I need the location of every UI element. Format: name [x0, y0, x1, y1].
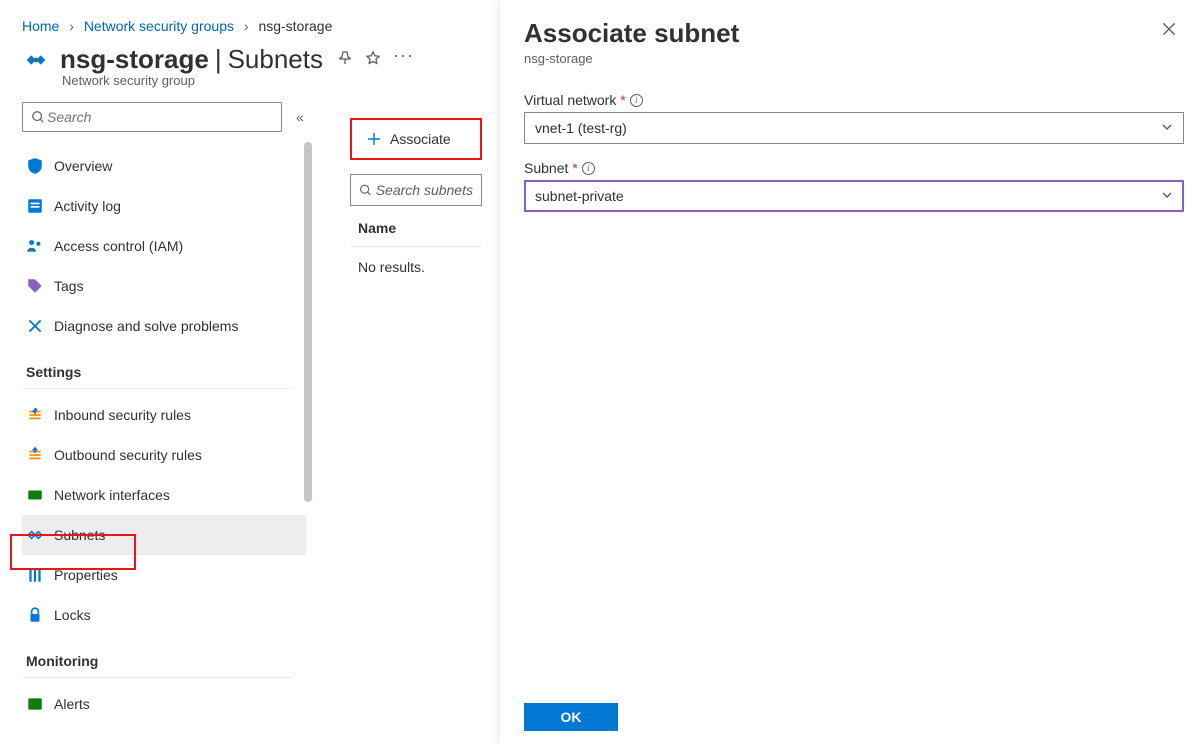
log-icon	[26, 197, 44, 215]
subnet-label: Subnet* i	[524, 160, 1176, 176]
sidebar-item-alerts[interactable]: Alerts	[22, 684, 306, 724]
alerts-icon	[26, 695, 44, 713]
breadcrumb-parent[interactable]: Network security groups	[84, 18, 234, 34]
breadcrumb-current: nsg-storage	[258, 18, 332, 34]
table-header-name[interactable]: Name	[350, 206, 482, 247]
search-icon	[31, 110, 45, 124]
table-empty: No results.	[350, 247, 482, 275]
chevron-down-icon	[1161, 120, 1173, 136]
nav-section-settings: Settings	[22, 346, 292, 389]
breadcrumb-home[interactable]: Home	[22, 18, 59, 34]
associate-button[interactable]: Associate	[350, 118, 482, 160]
scrollbar-thumb[interactable]	[304, 142, 312, 502]
search-icon	[359, 183, 372, 197]
lock-icon	[26, 606, 44, 624]
panel-subtitle: nsg-storage	[524, 51, 1176, 66]
chevron-down-icon	[1161, 188, 1173, 204]
sidebar-item-activity-log[interactable]: Activity log	[22, 186, 306, 226]
nav-section-monitoring: Monitoring	[22, 635, 292, 678]
tag-icon	[26, 277, 44, 295]
sidebar-item-inbound-rules[interactable]: Inbound security rules	[22, 395, 306, 435]
sidebar-search-input[interactable]	[45, 108, 273, 126]
breadcrumb: Home › Network security groups › nsg-sto…	[0, 0, 480, 40]
sidebar-item-subnets[interactable]: Subnets	[22, 515, 306, 555]
pin-icon[interactable]	[337, 50, 353, 69]
resource-type-label: Network security group	[0, 73, 480, 88]
inbound-icon	[26, 406, 44, 424]
sidebar-item-iam[interactable]: Access control (IAM)	[22, 226, 306, 266]
people-icon	[26, 237, 44, 255]
vnet-select[interactable]: vnet-1 (test-rg)	[524, 112, 1184, 144]
sidebar-item-outbound-rules[interactable]: Outbound security rules	[22, 435, 306, 475]
subnet-icon	[26, 526, 44, 544]
sidebar-search[interactable]	[22, 102, 282, 132]
sidebar-item-overview[interactable]: Overview	[22, 146, 306, 186]
ok-button[interactable]: OK	[524, 703, 618, 731]
outbound-icon	[26, 446, 44, 464]
sidebar-item-properties[interactable]: Properties	[22, 555, 306, 595]
nsg-icon	[22, 46, 50, 74]
info-icon[interactable]: i	[582, 162, 595, 175]
subnet-select[interactable]: subnet-private	[524, 180, 1184, 212]
page-section: Subnets	[228, 44, 323, 75]
sidebar-item-network-interfaces[interactable]: Network interfaces	[22, 475, 306, 515]
favorite-icon[interactable]	[365, 50, 381, 69]
collapse-sidebar-icon[interactable]: «	[296, 109, 304, 125]
close-icon[interactable]	[1160, 20, 1178, 41]
wrench-icon	[26, 317, 44, 335]
plus-icon	[366, 131, 382, 147]
info-icon[interactable]: i	[630, 94, 643, 107]
panel-title: Associate subnet	[524, 18, 1176, 49]
nic-icon	[26, 486, 44, 504]
chevron-right-icon: ›	[238, 18, 255, 34]
shield-icon	[26, 157, 44, 175]
chevron-right-icon: ›	[63, 18, 80, 34]
vnet-label: Virtual network* i	[524, 92, 1176, 108]
properties-icon	[26, 566, 44, 584]
associate-subnet-panel: Associate subnet nsg-storage Virtual net…	[500, 0, 1200, 745]
subnet-search[interactable]: Search subnets	[350, 174, 482, 206]
page-title: nsg-storage	[60, 44, 209, 75]
more-icon[interactable]: ···	[393, 52, 409, 68]
sidebar-item-locks[interactable]: Locks	[22, 595, 306, 635]
sidebar-item-tags[interactable]: Tags	[22, 266, 306, 306]
sidebar-item-diagnose[interactable]: Diagnose and solve problems	[22, 306, 306, 346]
